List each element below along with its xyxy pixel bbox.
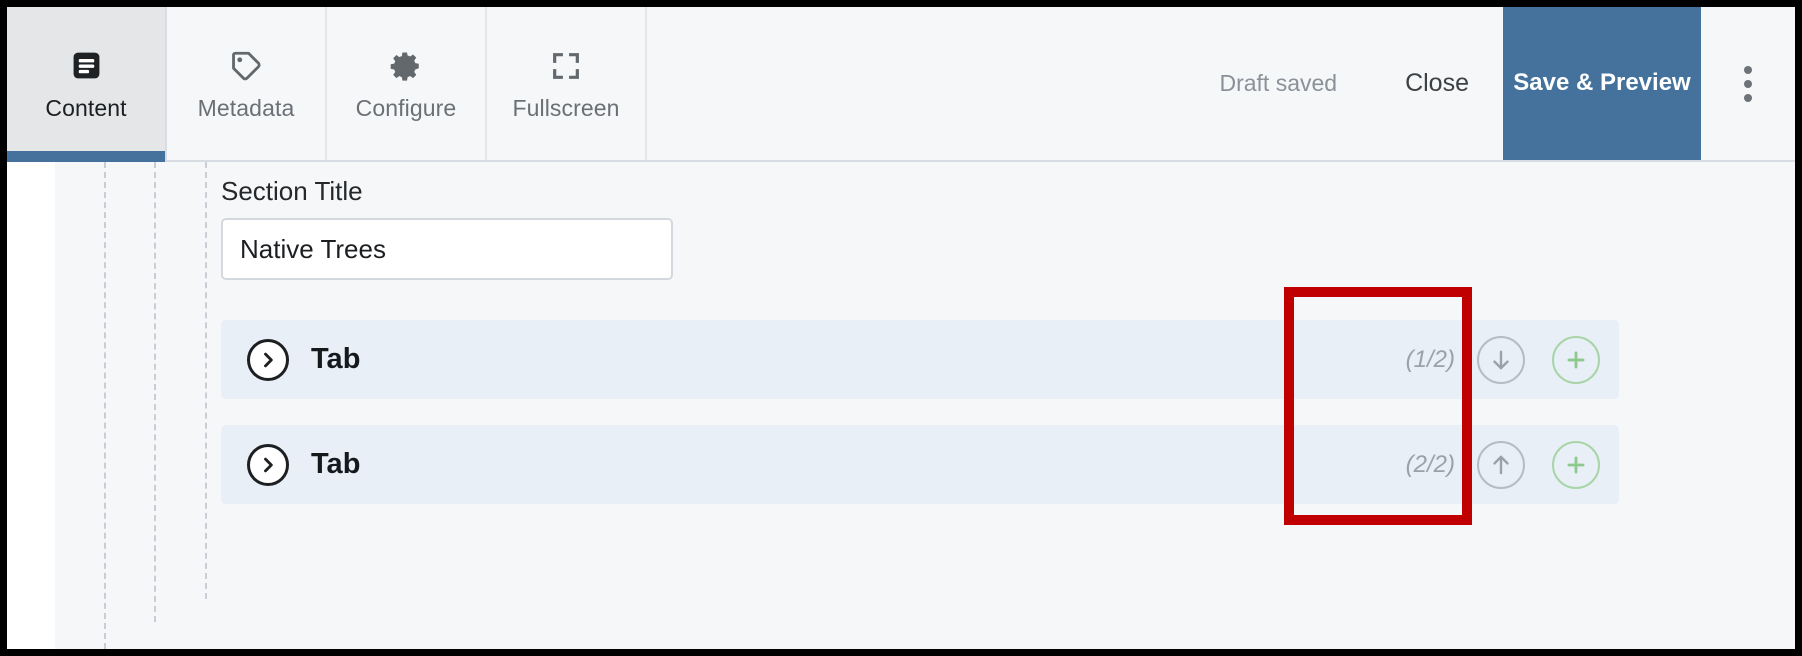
tab-fullscreen-label: Fullscreen (512, 94, 620, 121)
save-preview-button[interactable]: Save & Preview (1503, 7, 1701, 160)
tab-metadata[interactable]: Metadata (167, 7, 327, 160)
chevron-right-icon[interactable] (247, 338, 289, 381)
tab-metadata-label: Metadata (197, 94, 295, 121)
tag-icon (229, 46, 263, 86)
tab-configure[interactable]: Configure (327, 7, 487, 160)
tab-row-label: Tab (311, 343, 361, 375)
tab-row-label: Tab (311, 448, 361, 480)
tab-row[interactable]: Tab (1/2) (221, 320, 1619, 399)
tab-configure-label: Configure (355, 94, 457, 121)
section-title-label: Section Title (221, 176, 363, 206)
editor-toolbar: Content Metadata Configure Fullscreen Dr… (7, 7, 1795, 162)
tab-fullscreen[interactable]: Fullscreen (487, 7, 647, 160)
tab-content[interactable]: Content (7, 7, 167, 162)
editor-canvas: Section Title Tab (1/2) (55, 162, 1795, 649)
layout-guide-line (104, 162, 106, 649)
fullscreen-icon (550, 46, 582, 86)
chevron-right-icon[interactable] (247, 443, 289, 486)
gear-icon (389, 46, 423, 86)
tab-content-label: Content (45, 94, 127, 121)
tab-row-counter: (1/2) (1405, 345, 1455, 373)
plus-circle-icon[interactable] (1552, 335, 1600, 384)
draft-status: Draft saved (1219, 70, 1338, 96)
kebab-dots (1744, 65, 1752, 102)
tab-row[interactable]: Tab (2/2) (221, 425, 1619, 504)
app-window: Content Metadata Configure Fullscreen Dr… (0, 0, 1802, 656)
arrow-up-icon[interactable] (1477, 440, 1525, 489)
arrow-down-icon[interactable] (1477, 335, 1525, 384)
kebab-menu-icon[interactable] (1701, 7, 1795, 160)
tab-row-counter: (2/2) (1405, 450, 1455, 478)
editor-workspace: Section Title Tab (1/2) (7, 162, 1795, 649)
close-button[interactable]: Close (1371, 7, 1503, 160)
section-title-input[interactable] (221, 218, 673, 280)
plus-circle-icon[interactable] (1552, 440, 1600, 489)
layout-guide-line (205, 162, 207, 599)
layout-guide-line (154, 162, 156, 622)
content-list-icon (71, 46, 102, 86)
